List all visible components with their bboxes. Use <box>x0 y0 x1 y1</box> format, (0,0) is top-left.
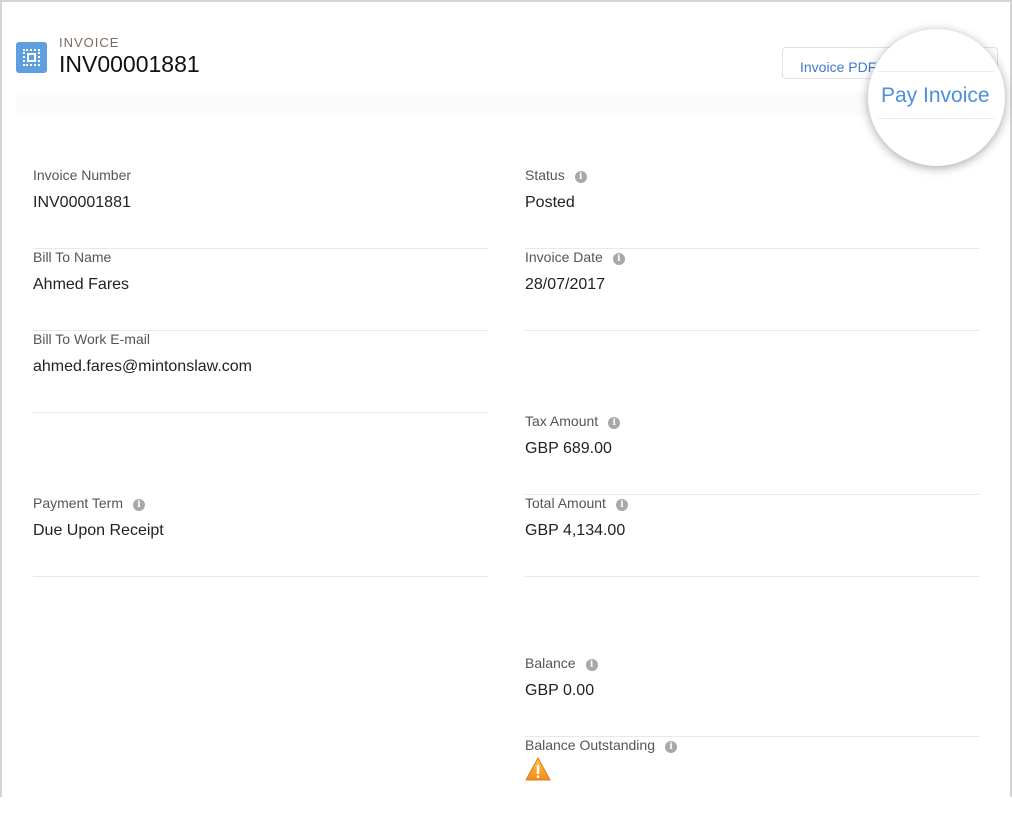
page-title: INV00001881 <box>59 51 200 77</box>
info-icon[interactable]: i <box>574 171 587 183</box>
header-band <box>16 92 996 116</box>
label-text: Balance <box>525 655 576 671</box>
info-icon[interactable]: i <box>608 417 621 429</box>
field-payment-term: Payment Term i Due Upon Receipt <box>33 495 488 577</box>
field-bill-to-name: Bill To Name Ahmed Fares <box>33 249 488 331</box>
field-value: GBP 4,134.00 <box>525 522 626 539</box>
invoice-icon <box>16 42 47 73</box>
label-text: Invoice Date <box>525 249 603 265</box>
field-value: INV00001881 <box>33 194 131 211</box>
field-label: Total Amount i <box>525 495 628 511</box>
field-value: Due Upon Receipt <box>33 522 164 539</box>
field-label: Balance i <box>525 655 598 671</box>
info-icon[interactable]: i <box>664 741 677 753</box>
field-label: Invoice Date i <box>525 249 625 265</box>
info-icon[interactable]: i <box>615 499 628 511</box>
field-label: Bill To Work E-mail <box>33 331 150 347</box>
field-label: Status i <box>525 167 587 183</box>
pay-invoice-button[interactable]: Pay Invoice <box>881 84 990 108</box>
label-text: Status <box>525 167 565 183</box>
field-value: GBP 689.00 <box>525 440 612 457</box>
field-tax-amount: Tax Amount i GBP 689.00 <box>525 413 980 495</box>
field-label: Tax Amount i <box>525 413 621 429</box>
field-value[interactable]: ahmed.fares@mintonslaw.com <box>33 358 252 376</box>
field-label: Bill To Name <box>33 249 112 265</box>
field-balance-outstanding: Balance Outstanding i <box>525 737 980 819</box>
field-label: Invoice Number <box>33 167 132 183</box>
field-bill-to-email: Bill To Work E-mail ahmed.fares@mintonsl… <box>33 331 488 413</box>
field-value: Posted <box>525 194 575 211</box>
field-invoice-date: Invoice Date i 28/07/2017 <box>525 249 980 331</box>
field-value: GBP 0.00 <box>525 682 595 699</box>
field-balance: Balance i GBP 0.00 <box>525 655 980 737</box>
field-value: 28/07/2017 <box>525 276 606 293</box>
field-value: Ahmed Fares <box>33 276 130 293</box>
label-text: Balance Outstanding <box>525 737 655 753</box>
field-total-amount: Total Amount i GBP 4,134.00 <box>525 495 980 577</box>
record-type: INVOICE <box>59 35 120 50</box>
label-text: Total Amount <box>525 495 606 511</box>
field-invoice-number: Invoice Number INV00001881 <box>33 167 488 249</box>
magnifier-callout: Pay Invoice <box>868 29 1005 166</box>
warning-icon <box>525 757 551 781</box>
field-label: Payment Term i <box>33 495 145 511</box>
field-label: Balance Outstanding i <box>525 737 677 753</box>
info-icon[interactable]: i <box>612 253 625 265</box>
info-icon[interactable]: i <box>585 659 598 671</box>
label-text: Payment Term <box>33 495 123 511</box>
info-icon[interactable]: i <box>133 499 145 511</box>
field-status: Status i Posted <box>525 167 980 249</box>
label-text: Tax Amount <box>525 413 599 429</box>
